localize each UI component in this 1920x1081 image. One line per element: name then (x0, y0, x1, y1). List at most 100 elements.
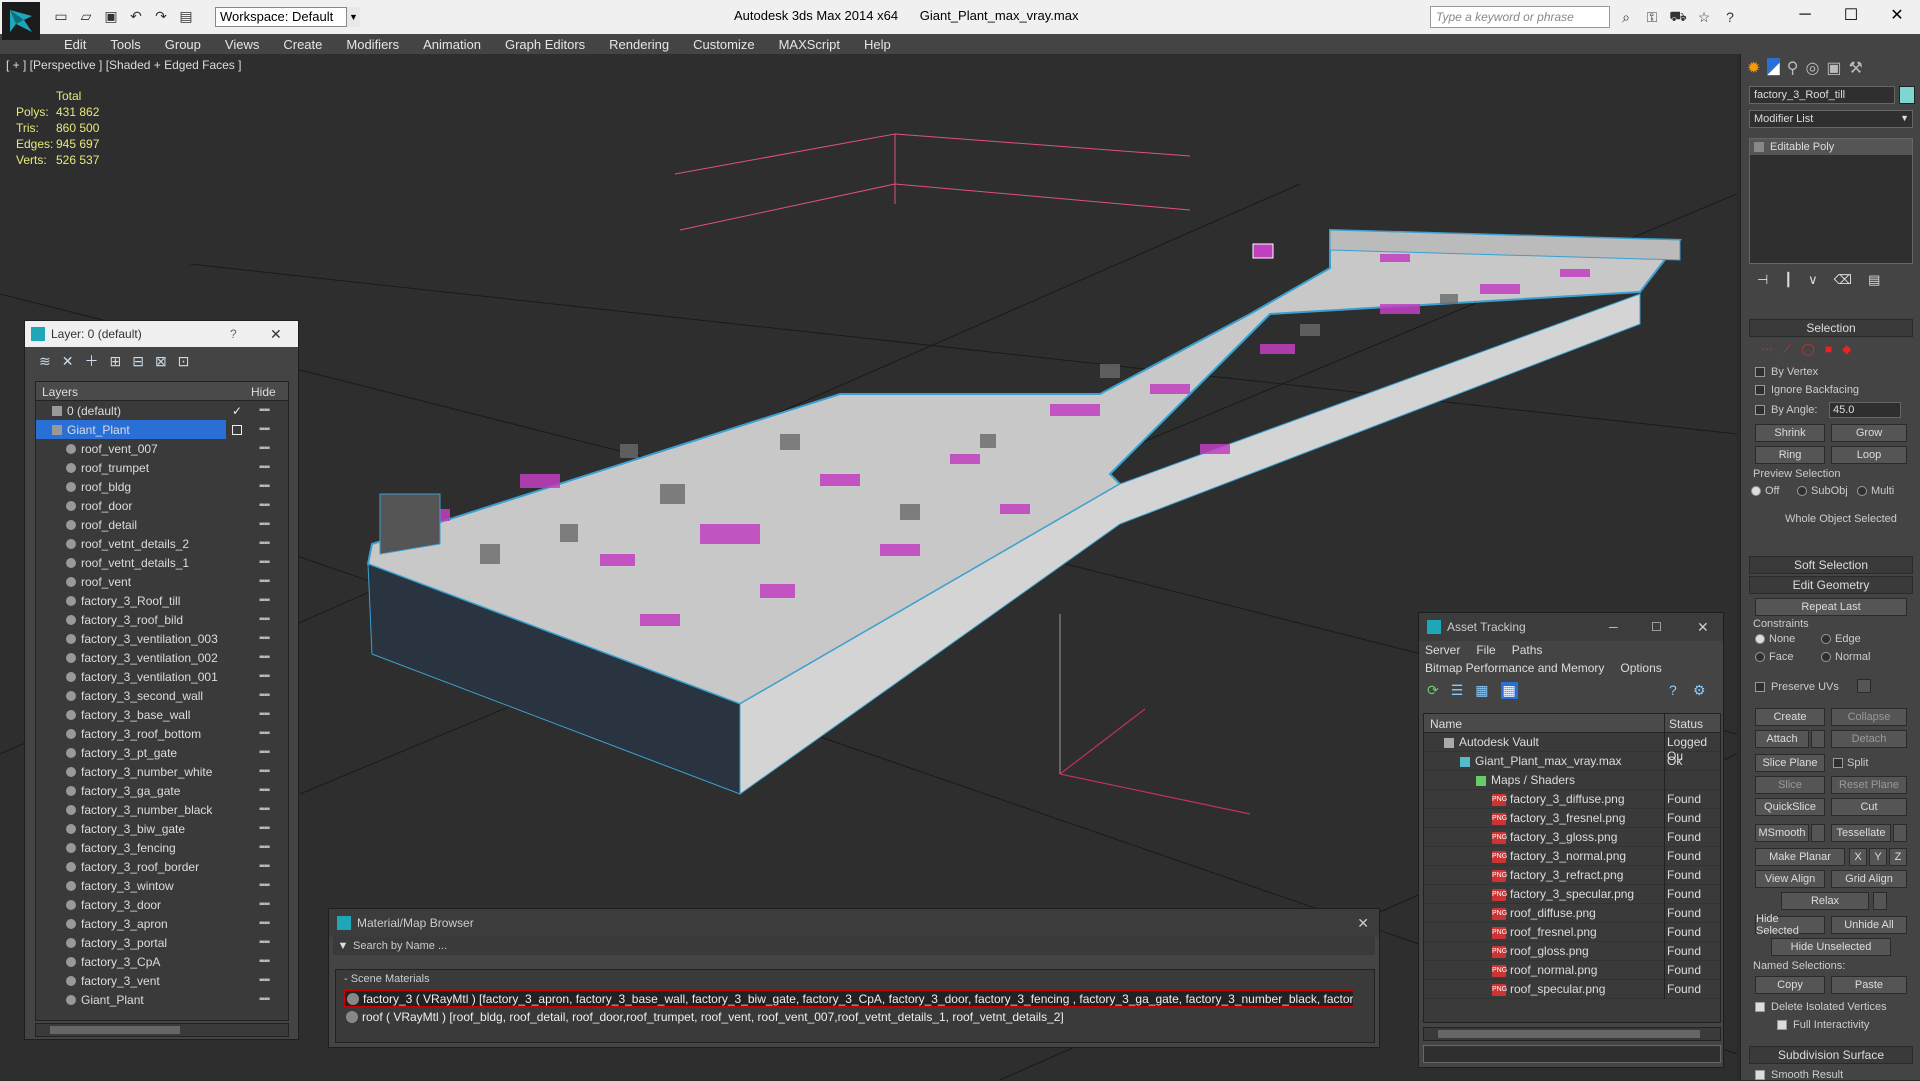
delete-layer-icon[interactable]: ✕ (62, 353, 74, 370)
chevron-down-icon[interactable]: ▼ (333, 940, 353, 952)
tessellate-button[interactable]: Tessellate (1831, 824, 1891, 842)
layer-item[interactable]: factory_3_number_white ▪▪▪▪ (36, 762, 288, 781)
help-icon[interactable]: ? (230, 327, 237, 341)
edge-mode-icon[interactable]: ⟋ (1783, 342, 1791, 357)
grow-button[interactable]: Grow (1831, 424, 1907, 442)
menu-customize[interactable]: Customize (681, 37, 766, 52)
hide-toggle[interactable]: ▪▪▪▪ (259, 652, 270, 663)
paste-button[interactable]: Paste (1831, 976, 1907, 994)
scrollbar-thumb[interactable] (50, 1026, 180, 1034)
maximize-button[interactable]: ☐ (1651, 620, 1662, 634)
layer-item[interactable]: factory_3_CpA ▪▪▪▪ (36, 952, 288, 971)
chevron-down-icon[interactable]: ▼ (1900, 113, 1909, 123)
close-button[interactable]: ✕ (1874, 0, 1920, 30)
workspace-dropdown[interactable]: Workspace: Default (215, 7, 360, 27)
menu-animation[interactable]: Animation (411, 37, 493, 52)
close-icon[interactable]: ✕ (1357, 915, 1369, 932)
column-hide[interactable]: Hide (251, 385, 276, 399)
hide-toggle[interactable]: ▪▪▪▪ (259, 538, 270, 549)
ring-button[interactable]: Ring (1755, 446, 1825, 464)
hide-layer-icon[interactable]: ⊡ (178, 353, 190, 370)
element-mode-icon[interactable]: ◆ (1842, 342, 1851, 357)
hide-toggle[interactable]: ▪▪▪▪ (259, 747, 270, 758)
constraint-face-radio[interactable] (1755, 652, 1765, 662)
maximize-button[interactable]: ☐ (1828, 0, 1874, 30)
show-end-result-icon[interactable]: ┃ (1784, 272, 1792, 292)
refresh-icon[interactable]: ⟳ (1427, 682, 1439, 699)
asset-row[interactable]: PNG roof_diffuse.png Found (1424, 904, 1720, 923)
layer-item[interactable]: roof_door ▪▪▪▪ (36, 496, 288, 515)
ignore-backfacing-checkbox[interactable] (1755, 385, 1765, 395)
asset-row[interactable]: PNG roof_specular.png Found (1424, 980, 1720, 999)
layer-item[interactable]: factory_3_ventilation_003 ▪▪▪▪ (36, 629, 288, 648)
layer-item[interactable]: factory_3_roof_border ▪▪▪▪ (36, 857, 288, 876)
hide-toggle[interactable]: ▪▪▪▪ (259, 576, 270, 587)
hide-toggle[interactable]: ▪▪▪▪ (259, 975, 270, 986)
menu-paths[interactable]: Paths (1512, 643, 1543, 657)
remove-modifier-icon[interactable]: ⌫ (1834, 272, 1852, 292)
hide-toggle[interactable]: ▪▪▪▪ (259, 557, 270, 568)
layer-item[interactable]: factory_3_wintow ▪▪▪▪ (36, 876, 288, 895)
msmooth-button[interactable]: MSmooth (1755, 824, 1809, 842)
scene-materials-header[interactable]: - Scene Materials (336, 970, 1374, 988)
msmooth-settings-button[interactable] (1811, 824, 1825, 842)
hide-toggle[interactable]: ▪▪▪▪ (259, 880, 270, 891)
layer-manager-icon[interactable]: ≋ (39, 353, 51, 370)
redo-icon[interactable]: ↷ (150, 6, 172, 26)
attach-button[interactable]: Attach (1755, 730, 1809, 748)
viewport-label[interactable]: [ + ] [Perspective ] [Shaded + Edged Fac… (6, 58, 241, 72)
project-folder-icon[interactable]: ▤ (175, 6, 197, 26)
freeze-layer-icon[interactable]: ⊠ (155, 353, 167, 370)
hide-toggle[interactable]: ▪▪▪▪ (259, 443, 270, 454)
slice-plane-button[interactable]: Slice Plane (1755, 754, 1825, 772)
hide-toggle[interactable]: ▪▪▪▪ (259, 481, 270, 492)
hierarchy-tab-icon[interactable]: ⚲ (1787, 58, 1799, 77)
unhide-all-button[interactable]: Unhide All (1831, 916, 1907, 934)
menu-edit[interactable]: Edit (52, 37, 98, 52)
hide-selected-button[interactable]: Hide Selected (1755, 913, 1825, 937)
save-file-icon[interactable]: ▣ (100, 6, 122, 26)
by-vertex-checkbox[interactable] (1755, 367, 1765, 377)
layer-item[interactable]: roof_vent ▪▪▪▪ (36, 572, 288, 591)
delete-isolated-checkbox[interactable] (1755, 1002, 1765, 1012)
pin-stack-icon[interactable]: ⊣ (1757, 272, 1768, 292)
border-mode-icon[interactable]: ◯ (1801, 342, 1814, 357)
modifier-list-dropdown[interactable]: Modifier List ▼ (1749, 110, 1913, 128)
menu-bitmap-performance[interactable]: Bitmap Performance and Memory (1425, 661, 1604, 675)
soft-selection-rollout[interactable]: Soft Selection (1749, 556, 1913, 574)
search-input[interactable]: Type a keyword or phrase (1430, 6, 1610, 28)
preview-off-radio[interactable] (1751, 486, 1761, 496)
grid-view-icon[interactable]: ▦ (1500, 681, 1518, 699)
menu-rendering[interactable]: Rendering (597, 37, 681, 52)
slice-button[interactable]: Slice (1755, 776, 1825, 794)
hide-unselected-button[interactable]: Hide Unselected (1771, 938, 1891, 956)
scrollbar-thumb[interactable] (1438, 1030, 1700, 1038)
create-tab-icon[interactable]: ✹ (1747, 58, 1760, 77)
loop-button[interactable]: Loop (1831, 446, 1907, 464)
minimize-button[interactable]: ─ (1609, 620, 1618, 634)
display-tab-icon[interactable]: ▣ (1826, 58, 1841, 77)
object-name-field[interactable]: factory_3_Roof_till (1749, 86, 1895, 104)
layer-item[interactable]: factory_3_pt_gate ▪▪▪▪ (36, 743, 288, 762)
planar-z-button[interactable]: Z (1889, 848, 1907, 866)
subdivision-surface-rollout[interactable]: Subdivision Surface (1749, 1046, 1913, 1064)
menu-server[interactable]: Server (1425, 643, 1460, 657)
preview-subobj-radio[interactable] (1797, 486, 1807, 496)
modify-tab-icon[interactable]: ◢ (1767, 58, 1780, 77)
hide-toggle[interactable]: ▪▪▪▪ (259, 519, 270, 530)
planar-x-button[interactable]: X (1849, 848, 1867, 866)
repeat-last-button[interactable]: Repeat Last (1755, 598, 1907, 616)
tessellate-settings-button[interactable] (1893, 824, 1907, 842)
hide-toggle[interactable]: ▪▪▪▪ (259, 842, 270, 853)
select-objects-icon[interactable]: ⊞ (109, 353, 121, 370)
active-layer-check-icon[interactable]: ✓ (232, 404, 242, 418)
attach-list-button[interactable] (1811, 730, 1825, 748)
layer-item[interactable]: factory_3_vent ▪▪▪▪ (36, 971, 288, 990)
menu-maxscript[interactable]: MAXScript (767, 37, 852, 52)
hide-toggle[interactable]: ▪▪▪▪ (259, 500, 270, 511)
hide-toggle[interactable]: ▪▪▪▪ (259, 614, 270, 625)
layer-list-scrollbar[interactable] (35, 1023, 289, 1037)
menu-file[interactable]: File (1476, 643, 1495, 657)
configure-sets-icon[interactable]: ▤ (1868, 272, 1880, 292)
table-view-icon[interactable]: ▦ (1475, 682, 1488, 699)
